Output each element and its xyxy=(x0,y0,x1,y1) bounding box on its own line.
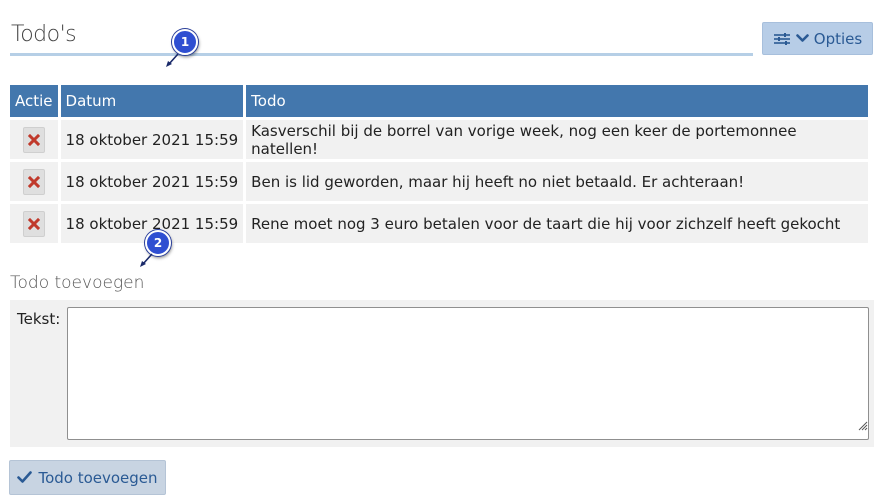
options-button-label: Opties xyxy=(813,29,863,48)
datum-cell: 18 oktober 2021 15:59 xyxy=(60,120,244,159)
tekst-label: Tekst: xyxy=(17,310,61,328)
table-row: 18 oktober 2021 15:59 Ben is lid geworde… xyxy=(10,162,868,201)
todo-cell: Rene moet nog 3 euro betalen voor de taa… xyxy=(246,204,868,243)
column-header-actie: Actie xyxy=(10,85,58,117)
table-row: 18 oktober 2021 15:59 Kasverschil bij de… xyxy=(10,120,868,159)
annotation-arrow-2 xyxy=(140,253,153,267)
close-icon xyxy=(27,175,40,188)
add-todo-button-label: Todo toevoegen xyxy=(38,468,158,487)
checkmark-icon xyxy=(17,469,33,487)
close-icon xyxy=(27,217,40,230)
todo-cell: Kasverschil bij de borrel van vorige wee… xyxy=(246,120,868,159)
table-header-row: Actie Datum Todo xyxy=(10,85,868,117)
delete-button[interactable] xyxy=(22,126,45,153)
add-todo-section-title: Todo toevoegen xyxy=(10,273,145,293)
actie-cell xyxy=(10,162,58,201)
title-underline xyxy=(10,53,753,56)
tekst-textarea[interactable] xyxy=(67,307,869,440)
resize-handle-icon[interactable] xyxy=(858,421,868,431)
options-button[interactable]: Opties xyxy=(762,22,873,55)
add-todo-button[interactable]: Todo toevoegen xyxy=(9,460,166,495)
sliders-icon xyxy=(773,32,791,46)
column-header-datum: Datum xyxy=(60,85,244,117)
delete-button[interactable] xyxy=(22,210,45,237)
annotation-arrow-1 xyxy=(166,53,179,67)
chevron-down-icon xyxy=(795,34,809,43)
table-row: 18 oktober 2021 15:59 Rene moet nog 3 eu… xyxy=(10,204,868,243)
actie-cell xyxy=(10,204,58,243)
actie-cell xyxy=(10,120,58,159)
close-icon xyxy=(27,133,40,146)
datum-cell: 18 oktober 2021 15:59 xyxy=(60,162,244,201)
column-header-todo: Todo xyxy=(246,85,868,117)
page-title: Todo's xyxy=(11,22,77,47)
todo-cell: Ben is lid geworden, maar hij heeft no n… xyxy=(246,162,868,201)
delete-button[interactable] xyxy=(22,168,45,195)
todo-table: Actie Datum Todo 18 oktober 2021 15:59 K… xyxy=(7,82,871,246)
add-todo-form: Tekst: xyxy=(10,300,874,447)
